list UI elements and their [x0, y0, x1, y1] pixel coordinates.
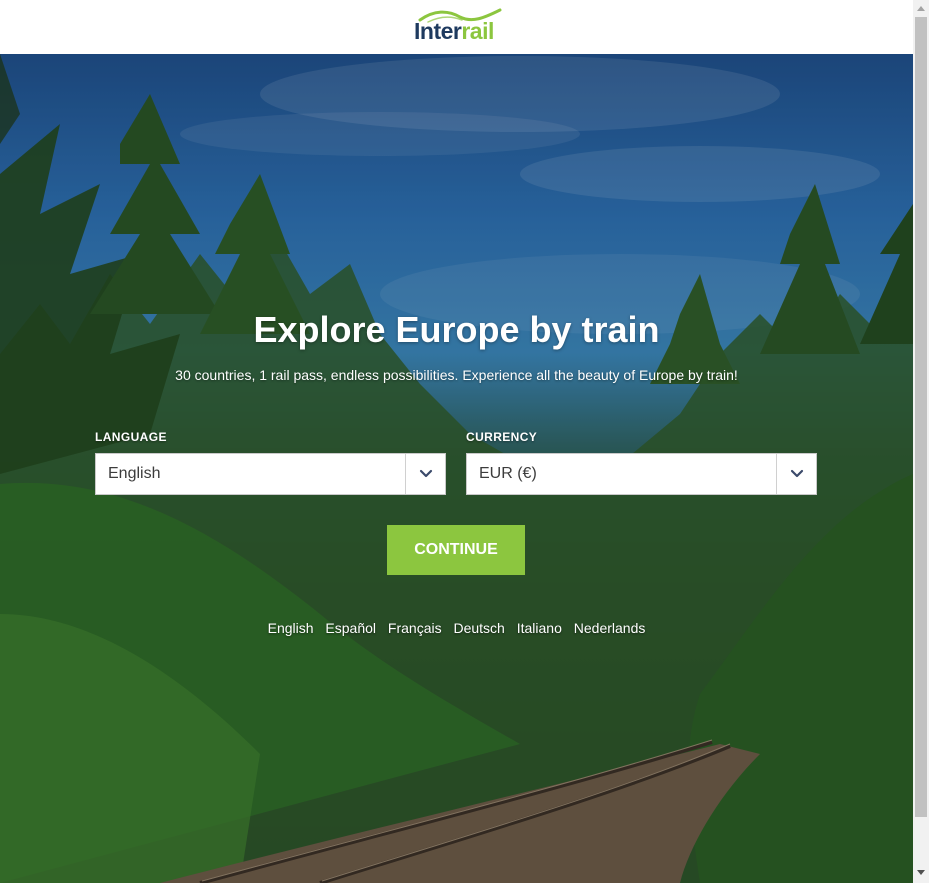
- scrollbar-thumb[interactable]: [915, 17, 927, 817]
- currency-label: CURRENCY: [466, 430, 538, 444]
- chevron-down-icon: [419, 469, 433, 478]
- hero-content: Explore Europe by train 30 countries, 1 …: [0, 54, 913, 883]
- language-link-nederlands[interactable]: Nederlands: [574, 620, 646, 636]
- language-select[interactable]: English: [95, 453, 446, 495]
- hero-title: Explore Europe by train: [253, 309, 660, 350]
- continue-button[interactable]: CONTINUE: [387, 525, 525, 575]
- interrail-logo[interactable]: Interrail: [412, 8, 502, 46]
- currency-select-value: EUR (€): [479, 465, 537, 482]
- logo-wordmark: Interrail: [414, 20, 494, 43]
- logo-word-rail: rail: [461, 18, 494, 44]
- currency-select[interactable]: EUR (€): [466, 453, 817, 495]
- vertical-scrollbar[interactable]: [913, 0, 929, 883]
- currency-dropdown-button[interactable]: [776, 454, 816, 494]
- logo-word-inter: Inter: [414, 18, 462, 44]
- language-link-espanol[interactable]: Español: [325, 620, 376, 636]
- hero-section: Explore Europe by train 30 countries, 1 …: [0, 54, 913, 883]
- hero-subtitle: 30 countries, 1 rail pass, endless possi…: [175, 367, 738, 383]
- language-select-value: English: [108, 465, 161, 482]
- language-link-deutsch[interactable]: Deutsch: [453, 620, 504, 636]
- language-dropdown-button[interactable]: [405, 454, 445, 494]
- language-link-english[interactable]: English: [268, 620, 314, 636]
- page: Interrail Explore Europe by train 30 cou…: [0, 0, 913, 883]
- language-links: English Español Français Deutsch Italian…: [0, 620, 913, 636]
- top-bar: Interrail: [0, 0, 913, 54]
- scroll-down-arrow-icon[interactable]: [917, 870, 925, 876]
- chevron-down-icon: [790, 469, 804, 478]
- scroll-up-arrow-icon[interactable]: [917, 5, 925, 11]
- language-link-italiano[interactable]: Italiano: [517, 620, 562, 636]
- language-link-francais[interactable]: Français: [388, 620, 442, 636]
- language-label: LANGUAGE: [95, 430, 167, 444]
